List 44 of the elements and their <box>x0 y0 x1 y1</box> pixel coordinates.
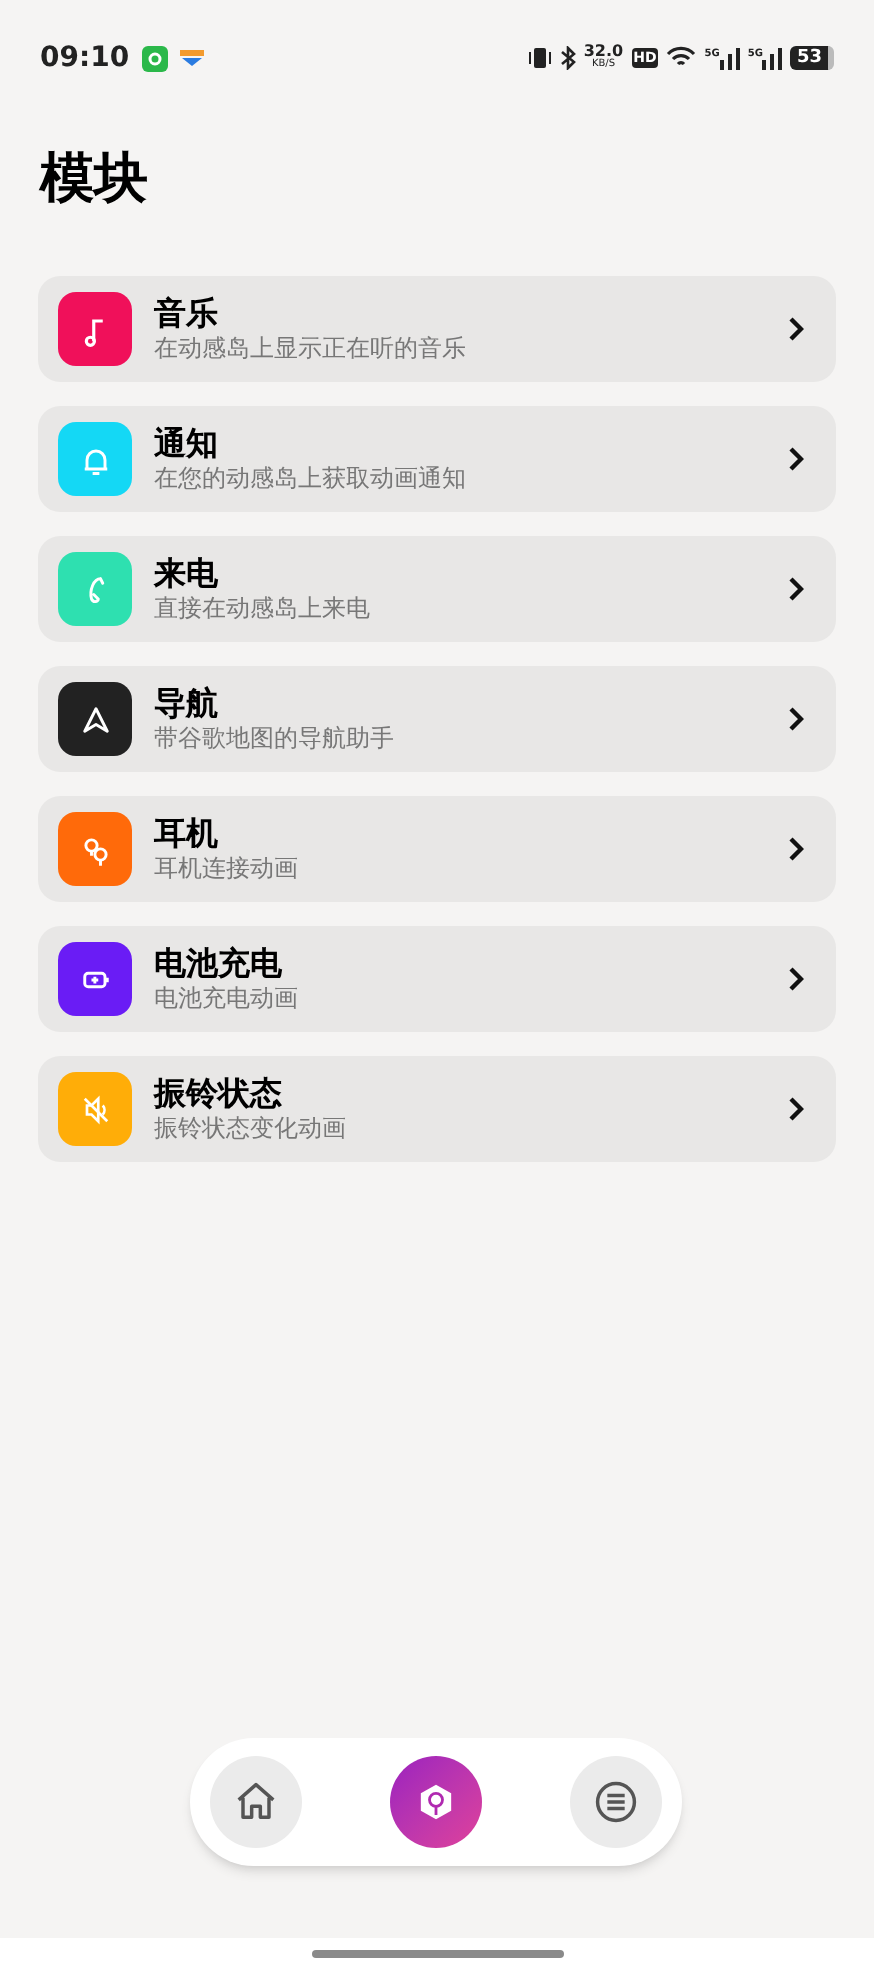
module-card[interactable]: 导航 带谷歌地图的导航助手 <box>38 666 836 772</box>
menu-icon <box>590 1776 642 1828</box>
nav-button[interactable] <box>210 1756 302 1848</box>
chevron-right-icon <box>788 446 804 472</box>
chevron-right-icon <box>788 836 804 862</box>
vibrate-icon <box>527 46 552 70</box>
chevron-right-icon <box>788 966 804 992</box>
module-description: 电池充电动画 <box>154 984 300 1014</box>
module-title: 电池充电 <box>154 944 284 984</box>
chevron-right-icon <box>788 706 804 732</box>
module-card[interactable]: 耳机 耳机连接动画 <box>38 796 836 902</box>
nav-button[interactable] <box>390 1756 482 1848</box>
module-description: 直接在动感岛上来电 <box>154 594 372 624</box>
module-card[interactable]: 振铃状态 振铃状态变化动画 <box>38 1056 836 1162</box>
module-card[interactable]: 电池充电 电池充电动画 <box>38 926 836 1032</box>
module-card[interactable]: 通知 在您的动感岛上获取动画通知 <box>38 406 836 512</box>
battery-indicator: 53 <box>790 46 834 70</box>
module-description: 振铃状态变化动画 <box>154 1114 348 1144</box>
app-notification-icon <box>179 50 204 66</box>
status-time: 09:10 <box>40 39 130 77</box>
app-notification-icon <box>141 45 168 71</box>
chevron-right-icon <box>788 1096 804 1122</box>
module-description: 耳机连接动画 <box>154 854 300 884</box>
network-speed: 32.0 <box>583 44 624 58</box>
wifi-icon <box>666 46 697 70</box>
module-title: 来电 <box>154 554 220 594</box>
module-title: 音乐 <box>154 294 220 334</box>
module-card[interactable]: 来电 直接在动感岛上来电 <box>38 536 836 642</box>
chevron-right-icon <box>788 576 804 602</box>
signal-icon <box>719 47 740 69</box>
page-title: 模块 <box>37 146 150 214</box>
module-description: 带谷歌地图的导航助手 <box>154 724 396 754</box>
module-title: 通知 <box>154 424 220 464</box>
signal-icon <box>762 47 783 69</box>
module-card[interactable]: 音乐 在动感岛上显示正在听的音乐 <box>38 276 836 382</box>
module-description: 在动感岛上显示正在听的音乐 <box>154 334 468 364</box>
module-description: 在您的动感岛上获取动画通知 <box>154 464 468 494</box>
module-title: 耳机 <box>154 814 220 854</box>
nav-button[interactable] <box>570 1756 662 1848</box>
bluetooth-icon <box>559 46 576 70</box>
module-title: 导航 <box>154 684 220 724</box>
module-title: 振铃状态 <box>154 1074 284 1114</box>
navigation-arrow-icon <box>77 701 113 737</box>
chevron-right-icon <box>788 316 804 342</box>
